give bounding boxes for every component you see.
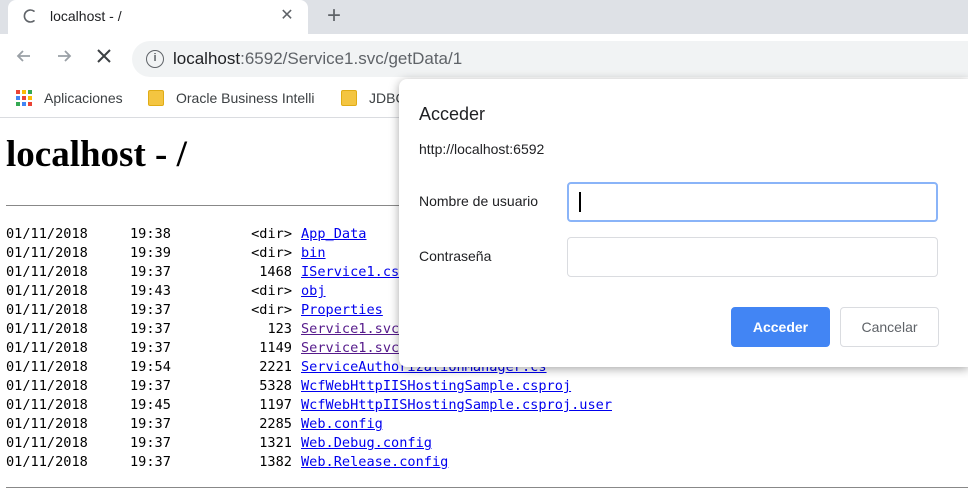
dialog-title: Acceder [419, 104, 486, 124]
tab-close-icon[interactable]: ✕ [278, 7, 296, 25]
entry-date: 01/11/2018 [6, 359, 88, 375]
entry-date: 01/11/2018 [6, 321, 88, 337]
folder-icon [341, 90, 357, 106]
entry-date: 01/11/2018 [6, 435, 88, 451]
address-bar[interactable]: i localhost:6592/Service1.svc/getData/1 [132, 41, 968, 77]
entry-time: 19:43 [130, 283, 171, 299]
entry-size: <dir> [251, 245, 292, 261]
entry-date: 01/11/2018 [6, 283, 88, 299]
new-tab-button[interactable]: + [320, 3, 348, 31]
entry-link[interactable]: IService1.cs [301, 263, 399, 282]
entry-date: 01/11/2018 [6, 416, 88, 432]
entry-size: 1149 [259, 340, 292, 356]
entry-date: 01/11/2018 [6, 245, 88, 261]
tab-title: localhost - / [50, 8, 122, 24]
text-caret [579, 192, 581, 212]
back-arrow-icon[interactable] [12, 46, 36, 70]
bookmark-label: Oracle Business Intelli [176, 90, 315, 106]
entry-time: 19:37 [130, 416, 171, 432]
tab-strip: localhost - / ✕ + [0, 0, 968, 34]
cancel-button[interactable]: Cancelar [840, 307, 939, 347]
entry-size: 1197 [259, 397, 292, 413]
entry-size: <dir> [251, 226, 292, 242]
entry-date: 01/11/2018 [6, 340, 88, 356]
url-path: :6592/Service1.svc/getData/1 [240, 49, 463, 68]
url-host: localhost [173, 49, 241, 68]
entry-size: 1382 [259, 454, 292, 470]
entry-link[interactable]: Service1.svc [301, 320, 399, 339]
password-label: Contraseña [419, 248, 492, 264]
apps-grid-icon [16, 90, 32, 106]
username-label: Nombre de usuario [419, 193, 539, 209]
entry-time: 19:38 [130, 226, 171, 242]
entry-size: 123 [267, 321, 292, 337]
entry-link[interactable]: bin [301, 244, 326, 263]
entry-link[interactable]: Properties [301, 301, 383, 320]
entry-size: 1321 [259, 435, 292, 451]
entry-time: 19:37 [130, 454, 171, 470]
site-info-icon[interactable]: i [146, 50, 164, 68]
entry-time: 19:37 [130, 264, 171, 280]
stop-loading-icon[interactable] [92, 46, 116, 70]
entry-date: 01/11/2018 [6, 397, 88, 413]
entry-size: 2221 [259, 359, 292, 375]
entry-time: 19:37 [130, 435, 171, 451]
entry-link[interactable]: App_Data [301, 225, 366, 244]
entry-date: 01/11/2018 [6, 302, 88, 318]
entry-date: 01/11/2018 [6, 226, 88, 242]
entry-size: <dir> [251, 283, 292, 299]
username-field[interactable] [567, 182, 938, 222]
password-field[interactable] [567, 237, 938, 277]
entry-link[interactable]: WcfWebHttpIISHostingSample.csproj.user [301, 396, 612, 415]
entry-time: 19:37 [130, 378, 171, 394]
entry-link[interactable]: obj [301, 282, 326, 301]
entry-link[interactable]: Web.config [301, 415, 383, 434]
browser-toolbar: i localhost:6592/Service1.svc/getData/1 [0, 34, 968, 84]
entry-size: <dir> [251, 302, 292, 318]
entry-time: 19:54 [130, 359, 171, 375]
bottom-rule [6, 487, 968, 488]
entry-size: 2285 [259, 416, 292, 432]
entry-date: 01/11/2018 [6, 378, 88, 394]
entry-date: 01/11/2018 [6, 454, 88, 470]
folder-icon [148, 90, 164, 106]
sign-in-dialog: Acceder http://localhost:6592 Nombre de … [399, 79, 968, 367]
entry-size: 5328 [259, 378, 292, 394]
address-url[interactable]: localhost:6592/Service1.svc/getData/1 [173, 49, 462, 69]
entry-time: 19:45 [130, 397, 171, 413]
bookmark-label: Aplicaciones [44, 90, 123, 106]
entry-time: 19:37 [130, 321, 171, 337]
dialog-origin: http://localhost:6592 [419, 141, 545, 157]
entry-size: 1468 [259, 264, 292, 280]
entry-link[interactable]: WcfWebHttpIISHostingSample.csproj [301, 377, 571, 396]
browser-tab[interactable]: localhost - / ✕ [8, 0, 308, 34]
entry-time: 19:39 [130, 245, 171, 261]
entry-link[interactable]: Web.Release.config [301, 453, 448, 472]
forward-arrow-icon[interactable] [52, 46, 76, 70]
page-title: localhost - / [6, 134, 187, 175]
entry-link[interactable]: Web.Debug.config [301, 434, 432, 453]
entry-time: 19:37 [130, 302, 171, 318]
loading-spinner-icon [23, 9, 35, 23]
entry-time: 19:37 [130, 340, 171, 356]
entry-date: 01/11/2018 [6, 264, 88, 280]
sign-in-button[interactable]: Acceder [731, 307, 830, 347]
